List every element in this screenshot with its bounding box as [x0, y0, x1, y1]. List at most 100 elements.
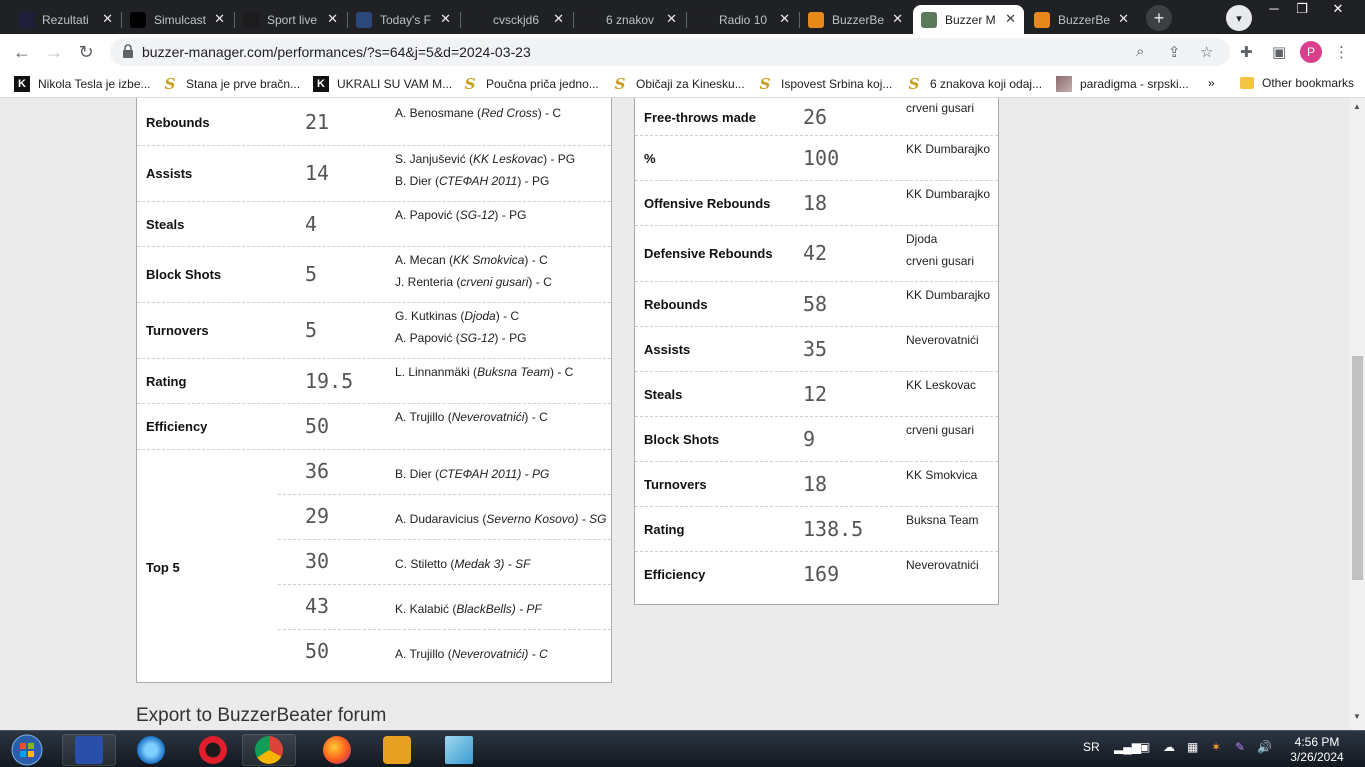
tab-close-icon[interactable]: ✕ [440, 11, 451, 27]
team-name[interactable]: crveni gusari [906, 101, 974, 115]
player-team[interactable]: crveni gusari [460, 275, 528, 289]
pen-icon[interactable]: ✎ [1235, 740, 1245, 754]
team-name[interactable]: Buksna Team [906, 513, 979, 527]
restore-icon[interactable]: ❐ [1284, 0, 1320, 20]
bookmark-2[interactable]: S Stana je prve bračn... [162, 75, 301, 93]
tab-4[interactable]: Today's F ✕ [348, 5, 459, 34]
player-team[interactable]: Buksna Team [477, 365, 550, 379]
taskbar-app-4[interactable] [242, 734, 296, 766]
system-clock[interactable]: 4:56 PM 3/26/2024 [1282, 735, 1352, 765]
tab-10[interactable]: BuzzerBe ✕ [1026, 5, 1137, 34]
volume-icon[interactable]: 🔊 [1257, 740, 1272, 754]
player-name[interactable]: S. Janjušević [395, 152, 466, 166]
team-name[interactable]: KK Dumbarajko [906, 142, 990, 156]
taskbar-app-3[interactable] [186, 734, 240, 766]
player-team[interactable]: Neverovatnići [452, 647, 525, 661]
zoom-icon[interactable]: ⌕ [1136, 43, 1144, 60]
player-team[interactable]: KK Leskovac [473, 152, 543, 166]
start-button[interactable] [2, 734, 52, 766]
side-panel-icon[interactable]: ▣ [1272, 43, 1286, 61]
player-name[interactable]: C. Stiletto [395, 557, 447, 571]
signal-icon[interactable]: ▂▄▆ [1114, 740, 1141, 754]
player-name[interactable]: A. Trujillo [395, 410, 444, 424]
tab-1[interactable]: Rezultati ✕ [10, 5, 121, 34]
bookmarks-overflow[interactable]: » [1208, 76, 1215, 90]
team-name[interactable]: crveni gusari [906, 254, 974, 268]
tab-close-icon[interactable]: ✕ [1118, 11, 1129, 27]
tab-close-icon[interactable]: ✕ [892, 11, 903, 27]
bookmark-3[interactable]: K UKRALI SU VAM M... [313, 76, 452, 92]
taskbar-app-1[interactable] [62, 734, 116, 766]
player-team[interactable]: SG-12 [460, 331, 495, 345]
tab-5[interactable]: cvsckjd6 ✕ [461, 5, 572, 34]
player-team[interactable]: Red Cross [481, 106, 538, 120]
player-name[interactable]: A. Dudaravicius [395, 512, 479, 526]
bookmark-5[interactable]: S Običaji za Kinesku... [612, 75, 745, 93]
other-bookmarks[interactable]: Other bookmarks [1240, 76, 1354, 90]
tray-app-icon[interactable]: ▣ [1139, 740, 1150, 754]
tab-close-icon[interactable]: ✕ [327, 11, 338, 27]
player-team[interactable]: Djoda [464, 309, 495, 323]
bookmark-8[interactable]: paradigma - srpski... [1056, 76, 1189, 92]
extensions-icon[interactable]: ✚ [1240, 43, 1253, 61]
player-name[interactable]: J. Renteria [395, 275, 453, 289]
team-name[interactable]: KK Dumbarajko [906, 288, 990, 302]
export-forum-link[interactable]: Export to BuzzerBeater forum [136, 705, 386, 727]
team-name[interactable]: KK Dumbarajko [906, 187, 990, 201]
player-team[interactable]: Neverovatnići [452, 410, 525, 424]
tab-3[interactable]: Sport live ✕ [235, 5, 346, 34]
reload-icon[interactable]: ↻ [74, 41, 98, 63]
bookmark-7[interactable]: S 6 znakova koji odaj... [906, 75, 1043, 93]
tab-close-icon[interactable]: ✕ [666, 11, 677, 27]
team-name[interactable]: Neverovatnići [906, 333, 979, 347]
player-name[interactable]: A. Mecan [395, 253, 446, 267]
player-name[interactable]: A. Papović [395, 208, 452, 222]
player-name[interactable]: L. Linnanmäki [395, 365, 470, 379]
taskbar-app-2[interactable] [124, 734, 178, 766]
new-tab-button[interactable]: + [1146, 5, 1172, 31]
tab-close-icon[interactable]: ✕ [102, 11, 113, 27]
tab-2[interactable]: Simulcast ✕ [122, 5, 233, 34]
tab-close-icon[interactable]: ✕ [553, 11, 564, 27]
tab-6[interactable]: 6 znakov ✕ [574, 5, 685, 34]
team-name[interactable]: KK Leskovac [906, 378, 976, 392]
vertical-scrollbar[interactable]: ▲ ▼ [1350, 98, 1365, 730]
bookmark-4[interactable]: S Poučna priča jedno... [462, 75, 599, 93]
scroll-down-icon[interactable]: ▼ [1353, 712, 1361, 721]
menu-icon[interactable]: ⋮ [1334, 43, 1349, 61]
player-team[interactable]: KK Smokvica [453, 253, 524, 267]
tab-9[interactable]: Buzzer M ✕ [913, 5, 1024, 34]
player-name[interactable]: G. Kutkinas [395, 309, 457, 323]
forward-icon[interactable]: → [42, 41, 66, 63]
tab-8[interactable]: BuzzerBe ✕ [800, 5, 911, 34]
player-team[interactable]: Medak 3 [454, 557, 500, 571]
scroll-thumb[interactable] [1352, 356, 1363, 580]
profile-avatar[interactable]: P [1300, 41, 1322, 63]
team-name[interactable]: Djoda [906, 232, 937, 246]
tab-search-icon[interactable]: ▾ [1226, 5, 1252, 31]
player-name[interactable]: A. Papović [395, 331, 452, 345]
bookmark-1[interactable]: K Nikola Tesla je izbe... [14, 76, 151, 92]
tab-close-icon[interactable]: ✕ [1005, 11, 1016, 27]
address-url[interactable]: buzzer-manager.com/performances/?s=64&j=… [142, 44, 531, 60]
bookmark-star-icon[interactable]: ☆ [1200, 43, 1213, 61]
player-name[interactable]: A. Benosmane [395, 106, 474, 120]
player-team[interactable]: SG-12 [460, 208, 495, 222]
player-name[interactable]: A. Trujillo [395, 647, 444, 661]
taskbar-app-5[interactable] [310, 734, 364, 766]
address-bar[interactable]: buzzer-manager.com/performances/?s=64&j=… [110, 38, 1230, 66]
player-name[interactable]: B. Dier [395, 467, 432, 481]
share-icon[interactable]: ⇪ [1168, 43, 1181, 61]
player-team[interactable]: BlackBells [456, 602, 511, 616]
security-icon[interactable]: ✶ [1211, 740, 1221, 754]
taskbar-app-6[interactable] [370, 734, 424, 766]
language-indicator[interactable]: SR [1083, 740, 1100, 754]
bookmark-6[interactable]: S Ispovest Srbina koj... [757, 75, 893, 93]
tab-7[interactable]: Radio 10 ✕ [687, 5, 798, 34]
scroll-up-icon[interactable]: ▲ [1353, 102, 1361, 111]
team-name[interactable]: crveni gusari [906, 423, 974, 437]
close-window-icon[interactable]: ✕ [1320, 0, 1356, 20]
player-name[interactable]: B. Dier [395, 174, 432, 188]
tab-close-icon[interactable]: ✕ [214, 11, 225, 27]
team-name[interactable]: KK Smokvica [906, 468, 977, 482]
